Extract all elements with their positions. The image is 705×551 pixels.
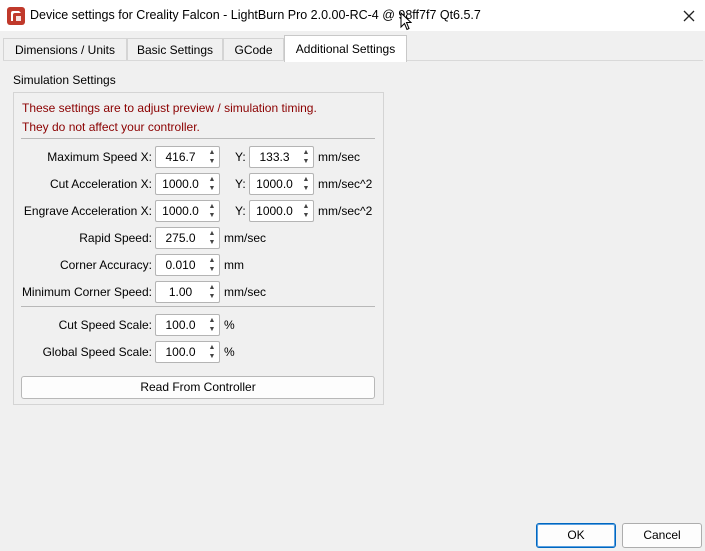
lightburn-app-icon (7, 7, 25, 25)
spin-arrows-icon[interactable]: ▲ ▼ (206, 283, 218, 301)
cancel-button[interactable]: Cancel (622, 523, 702, 548)
tab-dimensions-units[interactable]: Dimensions / Units (3, 38, 127, 61)
cut-speed-scale-label: Cut Speed Scale: (58, 318, 152, 332)
spin-arrows-icon[interactable]: ▲ ▼ (206, 148, 218, 166)
max-speed-x-input[interactable]: 416.7 ▲ ▼ (155, 146, 220, 168)
tab-additional-settings[interactable]: Additional Settings (284, 35, 407, 62)
cut-accel-label: Cut Acceleration X: (49, 177, 152, 191)
cut-speed-scale-unit: % (224, 318, 235, 332)
max-speed-unit: mm/sec (318, 150, 360, 164)
engrave-accel-unit: mm/sec^2 (318, 204, 373, 218)
divider (21, 306, 375, 307)
additional-settings-pane: Simulation Settings These settings are t… (3, 60, 703, 518)
spin-arrows-icon[interactable]: ▲ ▼ (206, 229, 218, 247)
simulation-note-line1: These settings are to adjust preview / s… (22, 101, 317, 115)
cut-accel-y-label: Y: (235, 177, 246, 191)
ok-button[interactable]: OK (536, 523, 616, 548)
simulation-settings-group: These settings are to adjust preview / s… (13, 92, 384, 405)
engrave-accel-x-input[interactable]: 1000.0 ▲ ▼ (155, 200, 220, 222)
min-corner-speed-input[interactable]: 1.00 ▲ ▼ (155, 281, 220, 303)
mouse-cursor-icon (400, 11, 413, 32)
spin-arrows-icon[interactable]: ▲ ▼ (300, 202, 312, 220)
global-speed-scale-input[interactable]: 100.0 ▲ ▼ (155, 341, 220, 363)
read-from-controller-button[interactable]: Read From Controller (21, 376, 375, 399)
spin-arrows-icon[interactable]: ▲ ▼ (300, 175, 312, 193)
corner-accuracy-input[interactable]: 0.010 ▲ ▼ (155, 254, 220, 276)
corner-accuracy-label: Corner Accuracy: (59, 258, 152, 272)
close-icon[interactable] (680, 7, 698, 25)
cut-accel-x-input[interactable]: 1000.0 ▲ ▼ (155, 173, 220, 195)
spin-arrows-icon[interactable]: ▲ ▼ (206, 175, 218, 193)
divider (21, 138, 375, 139)
tab-gcode[interactable]: GCode (223, 38, 284, 61)
tab-basic-settings[interactable]: Basic Settings (127, 38, 223, 61)
max-speed-label: Maximum Speed X: (47, 150, 152, 164)
spin-arrows-icon[interactable]: ▲ ▼ (300, 148, 312, 166)
min-corner-speed-unit: mm/sec (224, 285, 266, 299)
cut-speed-scale-input[interactable]: 100.0 ▲ ▼ (155, 314, 220, 336)
spin-arrows-icon[interactable]: ▲ ▼ (206, 343, 218, 361)
spin-arrows-icon[interactable]: ▲ ▼ (206, 202, 218, 220)
window-title: Device settings for Creality Falcon - Li… (30, 8, 481, 22)
max-speed-y-input[interactable]: 133.3 ▲ ▼ (249, 146, 314, 168)
rapid-speed-label: Rapid Speed: (79, 231, 152, 245)
rapid-speed-input[interactable]: 275.0 ▲ ▼ (155, 227, 220, 249)
min-corner-speed-label: Minimum Corner Speed: (21, 285, 152, 299)
cut-accel-unit: mm/sec^2 (318, 177, 373, 191)
global-speed-scale-label: Global Speed Scale: (42, 345, 152, 359)
spin-arrows-icon[interactable]: ▲ ▼ (206, 256, 218, 274)
simulation-settings-label: Simulation Settings (13, 73, 116, 87)
global-speed-scale-unit: % (224, 345, 235, 359)
engrave-accel-y-label: Y: (235, 204, 246, 218)
engrave-accel-y-input[interactable]: 1000.0 ▲ ▼ (249, 200, 314, 222)
max-speed-y-label: Y: (235, 150, 246, 164)
simulation-note-line2: They do not affect your controller. (22, 120, 200, 134)
title-bar: Device settings for Creality Falcon - Li… (0, 0, 705, 32)
spin-arrows-icon[interactable]: ▲ ▼ (206, 316, 218, 334)
cut-accel-y-input[interactable]: 1000.0 ▲ ▼ (249, 173, 314, 195)
engrave-accel-label: Engrave Acceleration X: (23, 204, 152, 218)
corner-accuracy-unit: mm (224, 258, 244, 272)
rapid-speed-unit: mm/sec (224, 231, 266, 245)
